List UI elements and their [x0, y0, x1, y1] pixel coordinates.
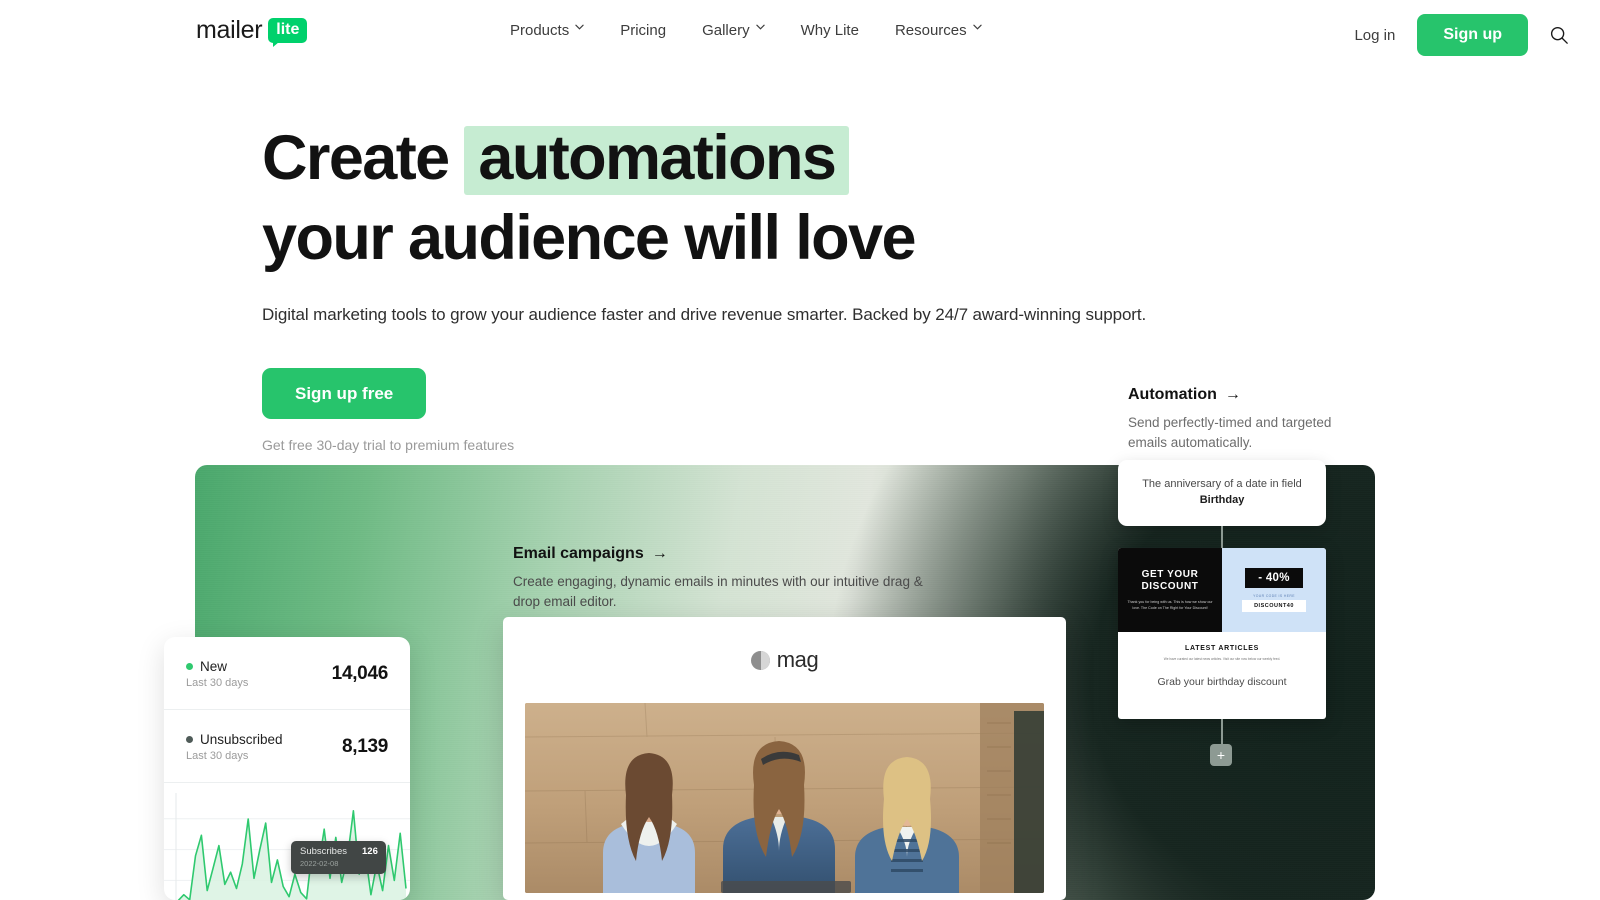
stat-labels: Unsubscribed Last 30 days	[186, 732, 283, 762]
search-icon[interactable]	[1548, 24, 1570, 46]
stat-name: New	[186, 659, 248, 674]
speech-bubble-tail-icon	[273, 42, 280, 47]
nav-label: Products	[510, 22, 570, 39]
tooltip-value: 126	[362, 846, 378, 857]
stat-row-new: New Last 30 days 14,046	[164, 637, 410, 710]
automation-trigger-card[interactable]: The anniversary of a date in field Birth…	[1118, 460, 1326, 526]
automation-email-card[interactable]: GET YOUR DISCOUNT Thank you for being wi…	[1118, 548, 1326, 719]
discount-headline-block: GET YOUR DISCOUNT Thank you for being wi…	[1118, 548, 1222, 632]
arrow-right-icon: →	[651, 545, 668, 562]
status-dot-new-icon	[186, 663, 193, 670]
stat-period: Last 30 days	[186, 677, 249, 689]
brand-logo[interactable]: mailer lite	[196, 16, 308, 47]
signup-free-button[interactable]: Sign up free	[262, 367, 427, 419]
feature-callout-email-campaigns[interactable]: Email campaigns → Create engaging, dynam…	[513, 545, 933, 611]
subscribes-area-chart[interactable]: Subscribes 126 2022-02-08	[164, 783, 410, 900]
landing-page: mailer lite Products Pricing Gallery Why…	[0, 0, 1600, 900]
nav-label: Resources	[894, 22, 967, 39]
stat-period: Last 30 days	[186, 750, 249, 762]
chevron-down-icon	[575, 24, 584, 33]
brand-logo-badge: lite	[268, 18, 308, 47]
photo-illustration	[525, 703, 1044, 893]
tooltip-label: Subscribes	[300, 846, 347, 857]
feature-title-label: Automation	[1128, 386, 1217, 403]
trigger-text: The anniversary of a date in field Birth…	[1136, 477, 1308, 509]
chevron-down-icon	[755, 24, 765, 33]
discount-code-label: YOUR CODE IS HERE	[1253, 594, 1295, 598]
nav-label: Why Lite	[800, 22, 859, 39]
trigger-text-before: The anniversary of a date in field	[1142, 478, 1302, 491]
subscriber-stats-card: New Last 30 days 14,046 Unsubscribed Las…	[164, 637, 410, 900]
tooltip-main-row: Subscribes 126	[300, 846, 378, 857]
flow-connector-line	[1221, 526, 1223, 550]
email-top-section: GET YOUR DISCOUNT Thank you for being wi…	[1118, 548, 1326, 632]
arrow-right-icon: →	[1224, 386, 1241, 403]
nav-item-why-lite[interactable]: Why Lite	[801, 22, 859, 39]
header-actions: Log in Sign up	[1354, 14, 1600, 56]
signup-button[interactable]: Sign up	[1417, 14, 1528, 56]
nav-item-pricing[interactable]: Pricing	[620, 22, 666, 39]
nav-item-gallery[interactable]: Gallery	[702, 22, 765, 39]
stat-label: Unsubscribed	[200, 732, 283, 747]
stat-label: New	[200, 659, 228, 674]
brand-logo-text: mailer	[196, 16, 263, 44]
latest-articles-heading: LATEST ARTICLES	[1185, 645, 1259, 652]
discount-body-text: Thank you for being with us. This is how…	[1127, 599, 1213, 610]
discount-percent: - 40%	[1245, 568, 1303, 588]
discount-code-block: - 40% YOUR CODE IS HERE DISCOUNT40	[1222, 548, 1326, 632]
nav-item-products[interactable]: Products	[510, 22, 584, 39]
feature-title-label: Email campaigns	[513, 545, 644, 562]
add-step-button[interactable]: +	[1210, 744, 1232, 766]
status-dot-unsubscribed-icon	[186, 736, 193, 743]
nav-label: Pricing	[620, 22, 667, 39]
feature-callout-automation[interactable]: Automation → Send perfectly-timed and ta…	[1128, 386, 1368, 452]
headline-line-2: your audience will love	[262, 203, 917, 274]
stat-name: Unsubscribed	[186, 732, 283, 747]
discount-heading: GET YOUR DISCOUNT	[1141, 568, 1199, 593]
page-title: Create automations your audience will lo…	[262, 126, 1146, 270]
email-brand-name: mag	[776, 647, 819, 672]
feature-title: Automation →	[1128, 386, 1368, 404]
chart-tooltip: Subscribes 126 2022-02-08	[291, 841, 386, 874]
automation-step-caption: Grab your birthday discount	[1157, 675, 1287, 688]
tooltip-date: 2022-02-08	[300, 859, 339, 868]
nav-label: Gallery	[702, 22, 750, 39]
trigger-field-name: Birthday	[1199, 494, 1245, 506]
feature-title: Email campaigns →	[513, 545, 933, 563]
nav-item-resources[interactable]: Resources	[895, 22, 982, 39]
stat-row-unsubscribed: Unsubscribed Last 30 days 8,139	[164, 710, 410, 783]
stat-value: 14,046	[331, 663, 389, 684]
headline-word-create: Create	[262, 123, 450, 193]
email-preview-card: mag	[503, 617, 1066, 900]
hero-subheadline: Digital marketing tools to grow your aud…	[262, 305, 1147, 325]
trial-note: Get free 30-day trial to premium feature…	[262, 436, 515, 453]
email-hero-photo	[525, 703, 1044, 893]
hero-section: Create automations your audience will lo…	[262, 126, 1146, 453]
email-brand-header: mag	[503, 617, 1066, 703]
headline-highlight-automations: automations	[464, 126, 850, 196]
hero-cta-group: Sign up free Get free 30-day trial to pr…	[262, 367, 1146, 453]
chevron-down-icon	[972, 24, 982, 33]
latest-articles-subtext: We have curated our latest news articles…	[1163, 657, 1281, 661]
login-link[interactable]: Log in	[1354, 27, 1395, 44]
feature-description: Send perfectly-timed and targeted emails…	[1128, 415, 1332, 450]
circle-logo-icon	[750, 650, 770, 670]
site-header: mailer lite Products Pricing Gallery Why…	[0, 0, 1600, 68]
discount-code-value: DISCOUNT40	[1242, 600, 1306, 612]
email-bottom-section: LATEST ARTICLES We have curated our late…	[1118, 632, 1326, 688]
feature-description: Create engaging, dynamic emails in minut…	[513, 574, 923, 609]
main-navigation: Products Pricing Gallery Why Lite Resour…	[510, 22, 982, 39]
stat-labels: New Last 30 days	[186, 659, 248, 689]
stat-value: 8,139	[341, 736, 388, 757]
